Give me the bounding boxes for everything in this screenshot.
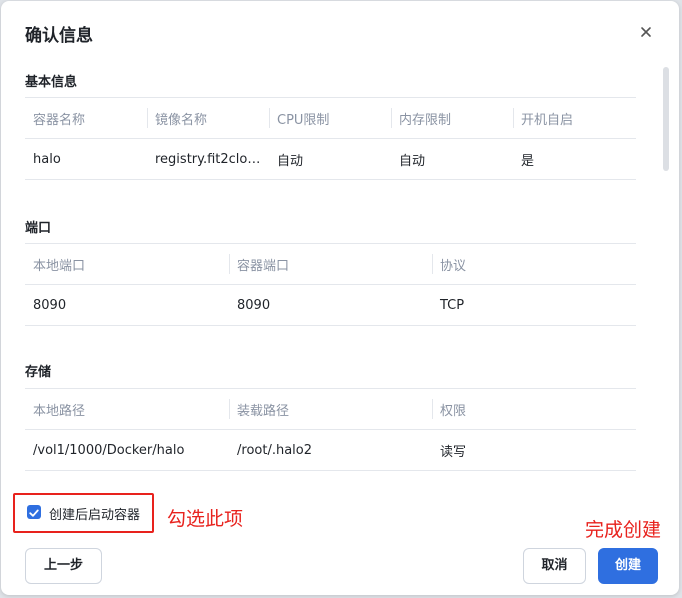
close-icon[interactable] bbox=[637, 23, 655, 41]
start-after-create-label[interactable]: 创建后启动容器 bbox=[49, 504, 140, 523]
cancel-button[interactable]: 取消 bbox=[523, 548, 586, 584]
cpu-limit-cell: 自动 bbox=[269, 138, 391, 180]
previous-step-button[interactable]: 上一步 bbox=[25, 548, 102, 584]
table-header: 权限 bbox=[432, 388, 636, 430]
table-header-row: 容器名称 镜像名称 CPU限制 内存限制 开机自启 bbox=[25, 97, 636, 139]
ports-table: 本地端口 容器端口 协议 8090 8090 TCP bbox=[25, 243, 636, 326]
dialog-content[interactable]: 基本信息 容器名称 镜像名称 CPU限制 内存限制 开机自启 halo regi… bbox=[1, 61, 661, 481]
basic-info-title: 基本信息 bbox=[25, 75, 78, 90]
container-port-cell: 8090 bbox=[229, 284, 432, 326]
storage-title: 存储 bbox=[25, 365, 52, 380]
table-header: 容器名称 bbox=[25, 97, 147, 139]
create-button[interactable]: 创建 bbox=[598, 548, 658, 584]
confirm-dialog: 确认信息 基本信息 容器名称 镜像名称 CPU限制 内存限制 开机自启 halo… bbox=[1, 1, 679, 595]
local-path-cell: /vol1/1000/Docker/halo bbox=[25, 429, 229, 471]
table-header: 协议 bbox=[432, 243, 636, 285]
table-header: 本地路径 bbox=[25, 388, 229, 430]
table-header: 开机自启 bbox=[513, 97, 636, 139]
storage-table: 本地路径 装载路径 权限 /vol1/1000/Docker/halo /roo… bbox=[25, 388, 636, 471]
local-port-cell: 8090 bbox=[25, 284, 229, 326]
image-name-cell: registry.fit2cloud.com/halo/halo:2 bbox=[147, 138, 269, 180]
table-row: 8090 8090 TCP bbox=[25, 284, 636, 326]
table-header-row: 本地端口 容器端口 协议 bbox=[25, 243, 636, 285]
check-icon bbox=[29, 509, 39, 517]
table-header: 内存限制 bbox=[391, 97, 513, 139]
table-row: /vol1/1000/Docker/halo /root/.halo2 读写 bbox=[25, 429, 636, 471]
check-hint-annotation: 勾选此项 bbox=[167, 508, 244, 530]
scrollbar-thumb[interactable] bbox=[663, 67, 669, 171]
table-header: 本地端口 bbox=[25, 243, 229, 285]
table-header: CPU限制 bbox=[269, 97, 391, 139]
memory-limit-cell: 自动 bbox=[391, 138, 513, 180]
start-after-create-checkbox[interactable] bbox=[27, 505, 41, 519]
protocol-cell: TCP bbox=[432, 284, 636, 326]
table-header: 镜像名称 bbox=[147, 97, 269, 139]
autostart-cell: 是 bbox=[513, 138, 636, 180]
table-row: halo registry.fit2cloud.com/halo/halo:2 … bbox=[25, 138, 636, 180]
table-header: 容器端口 bbox=[229, 243, 432, 285]
table-header-row: 本地路径 装载路径 权限 bbox=[25, 388, 636, 430]
ports-title: 端口 bbox=[25, 221, 52, 236]
permission-cell: 读写 bbox=[432, 429, 636, 471]
mount-path-cell: /root/.halo2 bbox=[229, 429, 432, 471]
basic-info-table: 容器名称 镜像名称 CPU限制 内存限制 开机自启 halo registry.… bbox=[25, 97, 636, 180]
container-name-cell: halo bbox=[25, 138, 147, 180]
create-hint-annotation: 完成创建 bbox=[585, 519, 662, 541]
table-header: 装载路径 bbox=[229, 388, 432, 430]
start-after-create-highlight: 创建后启动容器 bbox=[13, 493, 154, 533]
dialog-title: 确认信息 bbox=[25, 26, 93, 46]
